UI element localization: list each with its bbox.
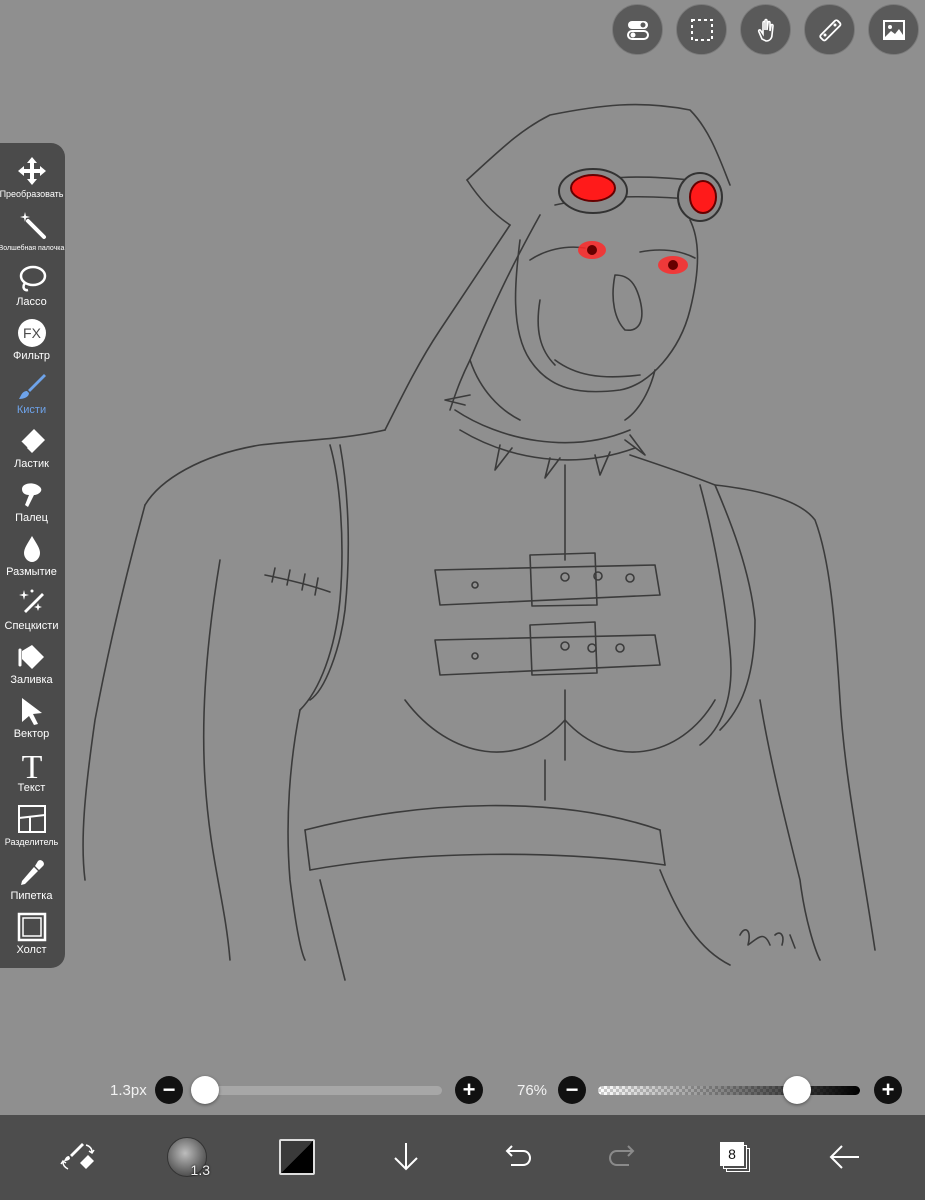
svg-text:T: T <box>21 749 42 781</box>
tool-filter[interactable]: FX Фильтр <box>0 313 63 367</box>
divider-icon <box>15 802 49 836</box>
opacity-slider[interactable] <box>598 1086 860 1095</box>
svg-text:FX: FX <box>23 325 42 341</box>
brush-size-increase-button[interactable]: + <box>455 1076 483 1104</box>
drawing-canvas[interactable] <box>0 0 925 1115</box>
arrow-left-icon <box>829 1145 859 1169</box>
fx-icon: FX <box>15 316 49 350</box>
tool-label: Вектор <box>13 728 50 740</box>
tool-lasso[interactable]: Лассо <box>0 259 63 313</box>
sparkle-brush-icon <box>15 586 49 620</box>
tool-frame-divider[interactable]: Разделитель <box>0 799 63 853</box>
tool-brush[interactable]: Кисти <box>0 367 63 421</box>
magic-wand-icon <box>15 208 49 242</box>
tool-label: Размытие <box>6 566 57 578</box>
selection-icon <box>690 18 713 41</box>
artwork-sketch <box>82 103 876 981</box>
arrow-down-icon <box>394 1143 418 1171</box>
tool-label: Холст <box>16 944 47 956</box>
fill-icon <box>15 640 49 674</box>
brush-preview: 1.3 <box>167 1137 210 1178</box>
brush-size-slider[interactable] <box>192 1086 442 1095</box>
tool-label: Разделитель <box>4 837 59 847</box>
back-button[interactable] <box>815 1127 875 1187</box>
toggle-icon <box>626 20 649 40</box>
canvas-icon <box>15 910 49 944</box>
undo-icon <box>505 1145 532 1166</box>
reference-image-button[interactable] <box>868 4 919 55</box>
image-icon <box>882 19 905 40</box>
brush-size-decrease-button[interactable]: − <box>155 1076 183 1104</box>
tool-label: Спецкисти <box>4 620 59 632</box>
tool-label: Заливка <box>10 674 53 686</box>
smudge-icon <box>15 478 49 512</box>
opacity-value: 76% <box>517 1082 548 1099</box>
tool-canvas[interactable]: Холст <box>0 907 63 961</box>
redo-icon <box>608 1145 635 1166</box>
minus-icon: − <box>565 1077 579 1102</box>
tool-fill[interactable]: Заливка <box>0 637 63 691</box>
ruler-icon <box>818 18 841 41</box>
tool-label: Фильтр <box>13 350 50 362</box>
minus-icon: − <box>162 1077 176 1102</box>
tool-magic-wand[interactable]: Волшебная палочка <box>0 205 65 259</box>
tool-label: Пипетка <box>10 890 53 902</box>
tool-vector[interactable]: Вектор <box>0 691 63 745</box>
tool-sidebar: Преобразовать Волшебная палочка Лассо FX… <box>0 143 65 968</box>
bottom-toolbar: 1.3 8 <box>0 1115 925 1200</box>
tool-label: Волшебная палочка <box>0 245 65 252</box>
tool-text[interactable]: T Текст <box>0 745 63 799</box>
brush-size-slider-thumb[interactable] <box>190 1076 219 1104</box>
top-toolbar <box>612 4 919 55</box>
move-icon <box>15 154 49 188</box>
layers-icon: 8 <box>720 1142 750 1172</box>
tool-eraser[interactable]: Ластик <box>0 421 63 475</box>
text-icon: T <box>15 748 49 782</box>
selection-button[interactable] <box>676 4 727 55</box>
color-picker-button[interactable] <box>267 1127 327 1187</box>
blur-icon <box>15 532 49 566</box>
tool-eyedropper[interactable]: Пипетка <box>0 853 63 907</box>
lasso-icon <box>15 262 49 296</box>
quick-switch-button[interactable] <box>48 1127 108 1187</box>
opacity-slider-thumb[interactable] <box>783 1076 812 1104</box>
tool-special-brush[interactable]: Спецкисти <box>0 583 63 637</box>
brush-preset-button[interactable]: 1.3 <box>157 1127 217 1187</box>
tool-transform[interactable]: Преобразовать <box>0 151 63 205</box>
plus-icon: + <box>881 1077 895 1102</box>
brush-settings-bar: 1.3px − + 76% − + <box>0 1073 925 1109</box>
brush-size-value: 1.3px <box>110 1082 147 1099</box>
current-color-swatch <box>279 1139 315 1175</box>
tool-label: Лассо <box>16 296 47 308</box>
undo-button[interactable] <box>485 1127 545 1187</box>
opacity-increase-button[interactable]: + <box>874 1076 902 1104</box>
gesture-button[interactable] <box>740 4 791 55</box>
toggle-button[interactable] <box>612 4 663 55</box>
brush-size-label: 1.3 <box>190 1162 210 1178</box>
hand-icon <box>757 18 774 42</box>
tool-label: Преобразовать <box>0 189 64 199</box>
layers-count: 8 <box>720 1142 744 1166</box>
tool-label: Палец <box>15 512 48 524</box>
tool-smudge[interactable]: Палец <box>0 475 63 529</box>
eyedropper-icon <box>15 856 49 890</box>
save-download-button[interactable] <box>376 1127 436 1187</box>
layers-button[interactable]: 8 <box>705 1127 765 1187</box>
tool-blur[interactable]: Размытие <box>0 529 63 583</box>
tool-label: Текст <box>17 782 46 794</box>
tool-label: Кисти <box>16 404 47 416</box>
tool-label: Ластик <box>14 458 49 470</box>
redo-button[interactable] <box>595 1127 655 1187</box>
brush-eraser-swap-icon <box>60 1143 95 1170</box>
plus-icon: + <box>462 1077 476 1102</box>
brush-icon <box>15 370 49 404</box>
opacity-decrease-button[interactable]: − <box>558 1076 586 1104</box>
vector-icon <box>15 694 49 728</box>
ruler-button[interactable] <box>804 4 855 55</box>
eraser-icon <box>15 424 49 458</box>
